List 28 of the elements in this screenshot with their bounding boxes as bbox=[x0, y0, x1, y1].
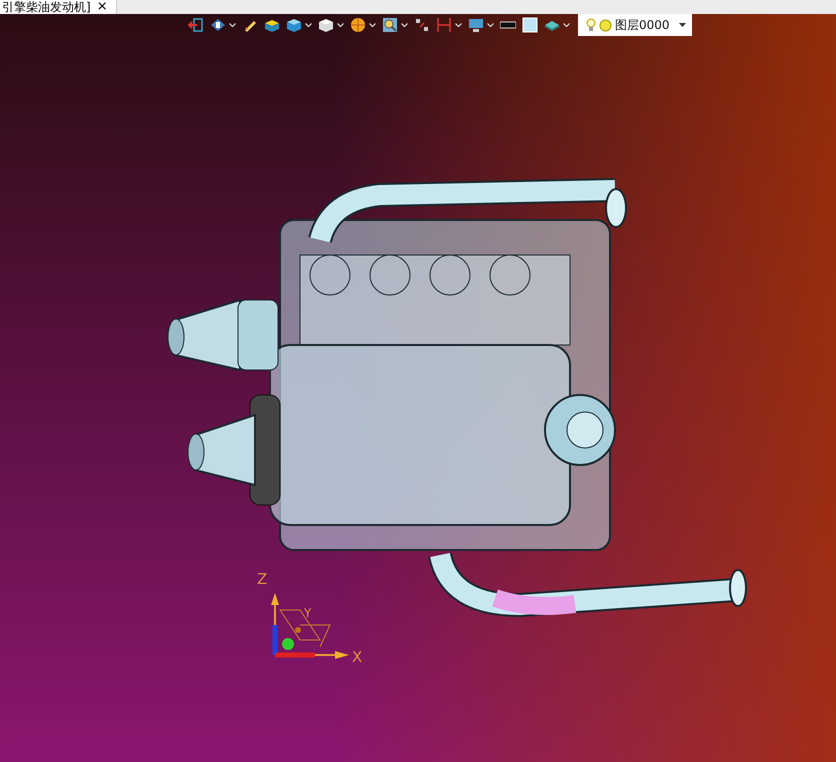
zoom-icon[interactable] bbox=[382, 17, 398, 33]
caret-icon[interactable] bbox=[229, 23, 236, 27]
swatch-icon[interactable] bbox=[522, 17, 538, 33]
cube-lid-icon[interactable] bbox=[264, 17, 280, 33]
caret-icon[interactable] bbox=[305, 23, 312, 27]
circle-icon bbox=[599, 18, 612, 32]
view-icon[interactable] bbox=[210, 17, 226, 33]
caret-icon[interactable] bbox=[369, 23, 376, 27]
caret-icon[interactable] bbox=[563, 23, 570, 27]
cube-solid-icon[interactable] bbox=[286, 17, 302, 33]
caret-icon[interactable] bbox=[455, 23, 462, 27]
layer-dropdown[interactable]: 图层0000 bbox=[578, 14, 692, 36]
caret-icon[interactable] bbox=[401, 23, 408, 27]
document-tab[interactable]: 引擎柴油发动机] × bbox=[0, 0, 117, 14]
z-axis-label: Z bbox=[257, 572, 268, 587]
cube-outline-icon[interactable] bbox=[318, 17, 334, 33]
dropdown-arrow-icon bbox=[679, 23, 686, 27]
snap-icon[interactable] bbox=[414, 17, 430, 33]
y-axis-label: Y bbox=[304, 606, 312, 621]
lightbulb-icon bbox=[586, 18, 596, 32]
dimension-icon[interactable] bbox=[436, 17, 452, 33]
close-button[interactable]: × bbox=[96, 0, 108, 14]
display-icon[interactable] bbox=[468, 17, 484, 33]
sphere-icon[interactable] bbox=[350, 17, 366, 33]
caret-icon[interactable] bbox=[337, 23, 344, 27]
x-axis-label: X bbox=[352, 650, 362, 665]
exit-icon[interactable] bbox=[188, 17, 204, 33]
caret-icon[interactable] bbox=[487, 23, 494, 27]
